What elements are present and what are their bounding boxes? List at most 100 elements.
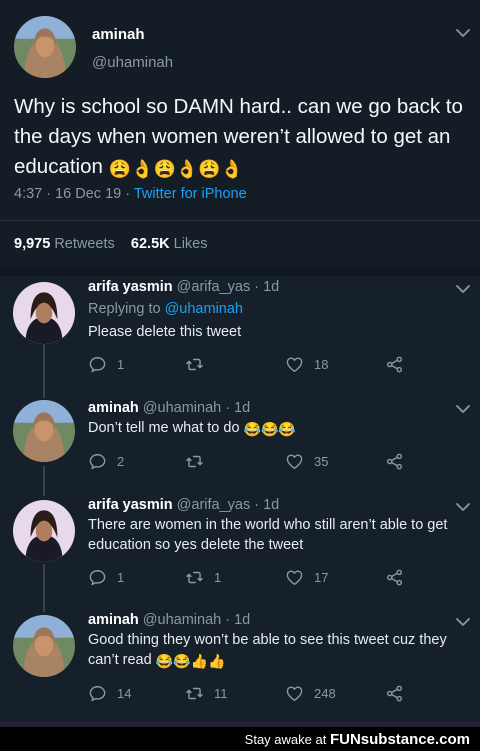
retweet-icon (185, 452, 204, 471)
reply-author-name[interactable]: aminah (88, 612, 139, 628)
likes-label[interactable]: Likes (174, 236, 208, 252)
like-button[interactable]: 248 (285, 683, 336, 703)
chevron-down-icon[interactable] (454, 282, 472, 296)
author-handle[interactable]: @uhaminah (92, 54, 173, 71)
reply-icon (88, 355, 107, 374)
replying-to: Replying to @uhaminah (88, 301, 243, 317)
tweet-emojis: 😩👌😩👌😩👌 (108, 159, 244, 179)
reply-header: aminah @uhaminah · 1d (88, 612, 250, 628)
watermark-brand: FUNsubstance.com (329, 731, 470, 748)
share-button[interactable] (385, 451, 414, 471)
reply-count: 1 (117, 569, 125, 585)
retweets-count[interactable]: 9,975 (14, 236, 50, 252)
retweet-icon (185, 684, 204, 703)
avatar[interactable] (13, 500, 75, 562)
likes-count[interactable]: 62.5K (131, 236, 170, 252)
watermark-prefix: Stay awake at (244, 732, 330, 747)
avatar[interactable] (13, 615, 75, 677)
tweet-actions: 1 1 17 (88, 567, 418, 587)
retweet-icon (185, 568, 204, 587)
tweet-actions: 2 35 (88, 451, 418, 471)
reply-icon (88, 452, 107, 471)
replying-prefix: Replying to (88, 301, 165, 317)
share-icon (385, 452, 404, 471)
reply-body: Please delete this tweet (88, 324, 242, 340)
retweet-count: 1 (214, 569, 222, 585)
like-count: 18 (314, 356, 329, 372)
reply-emojis: 😂😂😂 (243, 421, 296, 437)
main-tweet: aminah @uhaminah Why is school so DAMN h… (0, 0, 480, 268)
share-icon (385, 355, 404, 374)
reply-text: Please delete this tweet (88, 322, 468, 342)
reply-author-name[interactable]: arifa yasmin (88, 279, 173, 295)
share-button[interactable] (385, 354, 414, 374)
reply-button[interactable]: 2 (88, 451, 124, 471)
like-icon (285, 684, 304, 703)
share-icon (385, 568, 404, 587)
chevron-down-icon[interactable] (454, 615, 472, 629)
tweet-source-link[interactable]: Twitter for iPhone (134, 186, 247, 202)
reply-handle-time: @uhaminah · 1d (138, 612, 251, 628)
watermark-text: Stay awake at FUNsubstance.com (245, 731, 470, 748)
reply-text: Good thing they won’t be able to see thi… (88, 630, 468, 670)
like-icon (285, 568, 304, 587)
chevron-down-icon[interactable] (454, 402, 472, 416)
share-button[interactable] (385, 683, 414, 703)
reply-tweet: arifa yasmin @arifa_yas · 1d Replying to… (0, 276, 480, 394)
reply-count: 2 (117, 453, 125, 469)
footer-fade (0, 722, 480, 727)
reply-body: There are women in the world who still a… (88, 517, 448, 553)
reply-tweet: arifa yasmin @arifa_yas · 1d There are w… (0, 494, 480, 612)
avatar[interactable] (13, 282, 75, 344)
reply-count: 1 (117, 356, 125, 372)
avatar[interactable] (13, 400, 75, 462)
retweet-button[interactable] (185, 354, 214, 374)
reply-button[interactable]: 1 (88, 354, 124, 374)
reply-body: Don’t tell me what to do (88, 420, 240, 436)
like-button[interactable]: 35 (285, 451, 328, 471)
reply-tweet: aminah @uhaminah · 1d Don’t tell me what… (0, 394, 480, 494)
reply-handle-time: @arifa_yas · 1d (172, 497, 280, 513)
reply-button[interactable]: 1 (88, 567, 124, 587)
retweets-label[interactable]: Retweets (54, 236, 114, 252)
retweet-count: 11 (214, 685, 228, 701)
reply-header: arifa yasmin @arifa_yas · 1d (88, 497, 279, 513)
retweet-button[interactable]: 1 (185, 567, 221, 587)
reply-header: arifa yasmin @arifa_yas · 1d (88, 279, 279, 295)
reply-icon (88, 684, 107, 703)
reply-author-name[interactable]: aminah (88, 400, 139, 416)
reply-text: Don’t tell me what to do 😂😂😂 (88, 418, 468, 438)
reply-handle-time: @uhaminah · 1d (138, 400, 251, 416)
watermark-footer: Stay awake at FUNsubstance.com (0, 722, 480, 751)
like-count: 248 (314, 685, 336, 701)
like-icon (285, 452, 304, 471)
retweet-button[interactable] (185, 451, 214, 471)
reply-button[interactable]: 14 (88, 683, 131, 703)
share-button[interactable] (385, 567, 414, 587)
section-separator (0, 268, 480, 276)
like-button[interactable]: 17 (285, 567, 328, 587)
reply-emojis: 😂😂👍👍 (155, 653, 226, 669)
reply-tweet: aminah @uhaminah · 1d Good thing they wo… (0, 612, 480, 722)
reply-header: aminah @uhaminah · 1d (88, 400, 250, 416)
reply-author-name[interactable]: arifa yasmin (88, 497, 173, 513)
retweet-button[interactable]: 11 (185, 683, 228, 703)
tweet-timestamp: 4:37 · 16 Dec 19 · (14, 186, 134, 202)
like-count: 35 (314, 453, 329, 469)
divider (0, 220, 480, 221)
avatar[interactable] (14, 16, 76, 78)
tweet-actions: 14 11 248 (88, 683, 418, 703)
chevron-down-icon[interactable] (454, 500, 472, 514)
reply-handle-time: @arifa_yas · 1d (172, 279, 280, 295)
reply-body: Good thing they won’t be able to see thi… (88, 632, 447, 668)
author-name[interactable]: aminah (92, 26, 145, 43)
tweet-stats: 9,975 Retweets 62.5K Likes (14, 236, 208, 252)
replying-handle-link[interactable]: @uhaminah (165, 301, 243, 317)
chevron-down-icon[interactable] (454, 26, 472, 40)
reply-icon (88, 568, 107, 587)
like-button[interactable]: 18 (285, 354, 328, 374)
like-count: 17 (314, 569, 329, 585)
like-icon (285, 355, 304, 374)
tweet-text: Why is school so DAMN hard.. can we go b… (14, 92, 474, 182)
reply-count: 14 (117, 685, 132, 701)
